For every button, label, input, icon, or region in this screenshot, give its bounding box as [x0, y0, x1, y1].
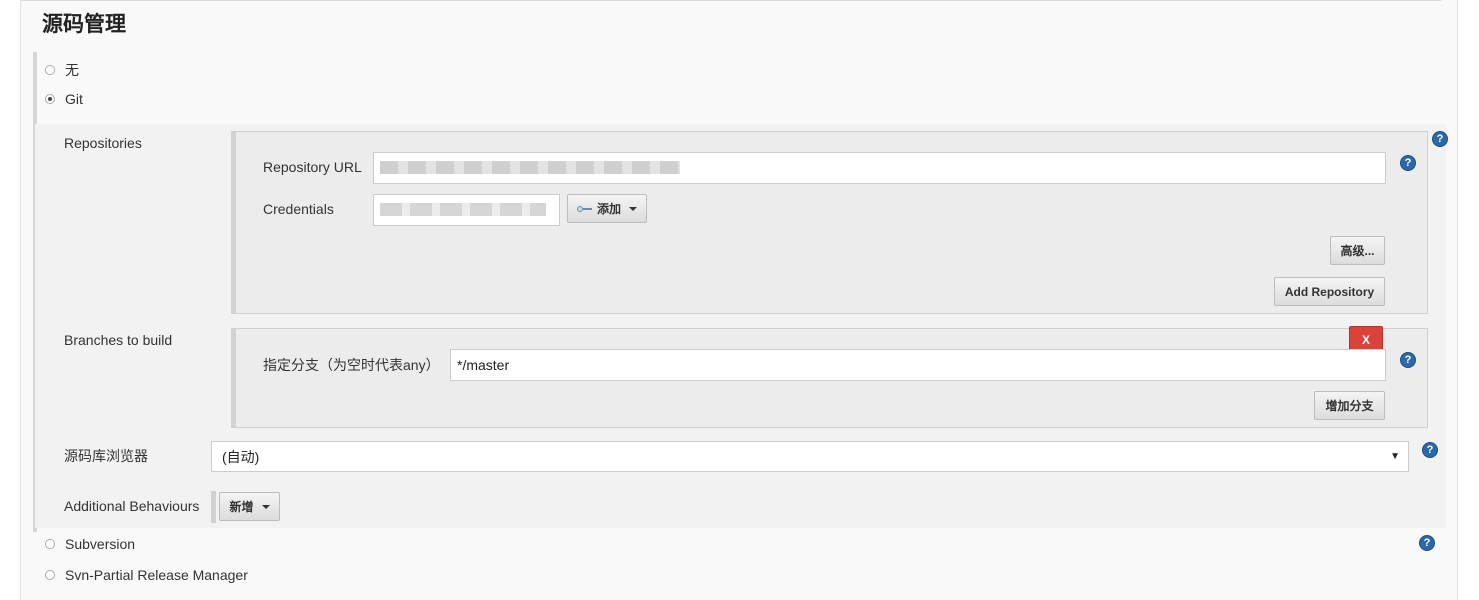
scm-option-none[interactable]: 无: [45, 60, 79, 80]
radio-subversion[interactable]: [45, 539, 55, 549]
scm-option-svn-partial-label: Svn-Partial Release Manager: [65, 567, 248, 583]
additional-behaviours-label: Additional Behaviours: [64, 498, 200, 514]
help-icon[interactable]: ?: [1400, 352, 1416, 368]
radio-none[interactable]: [45, 65, 55, 75]
chevron-down-icon: ▼: [1390, 451, 1400, 462]
add-repository-button[interactable]: Add Repository: [1274, 277, 1385, 306]
advanced-button[interactable]: 高级...: [1330, 236, 1385, 265]
scm-option-subversion-label: Subversion: [65, 536, 136, 552]
credentials-select[interactable]: [373, 194, 560, 226]
repository-url-label: Repository URL: [263, 159, 362, 175]
add-credentials-button[interactable]: 添加: [567, 194, 647, 223]
key-icon: [576, 205, 593, 213]
help-icon[interactable]: ?: [1400, 155, 1416, 171]
top-divider: [21, 0, 1441, 4]
add-branch-button[interactable]: 增加分支: [1314, 391, 1385, 420]
help-icon[interactable]: ?: [1419, 535, 1435, 551]
chevron-down-icon: [261, 504, 270, 509]
redacted-url: [380, 161, 680, 174]
add-behaviour-label: 新增: [229, 500, 254, 514]
scm-option-git-label: Git: [65, 91, 83, 107]
behaviours-bar: [211, 491, 216, 523]
repositories-panel: Repository URL Credentials 添加 ? 高级... Ad…: [231, 131, 1428, 314]
redacted-credentials: [380, 203, 546, 216]
add-behaviour-button[interactable]: 新增: [219, 492, 280, 521]
repositories-label: Repositories: [64, 135, 142, 151]
repository-url-input[interactable]: [373, 152, 1386, 184]
scm-option-svn-partial[interactable]: Svn-Partial Release Manager: [45, 567, 248, 583]
repo-browser-select[interactable]: (自动) ▼: [211, 441, 1409, 472]
radio-git[interactable]: [45, 94, 55, 104]
credentials-label: Credentials: [263, 201, 334, 217]
repo-browser-label: 源码库浏览器: [64, 448, 148, 464]
scm-option-subversion[interactable]: Subversion: [45, 536, 135, 552]
branches-label: Branches to build: [64, 332, 173, 348]
repo-browser-value: (自动): [222, 448, 260, 465]
chevron-down-icon: [629, 206, 637, 211]
scm-option-none-label: 无: [65, 62, 79, 78]
git-config-panel: Repositories Repository URL Credentials …: [35, 124, 1448, 528]
radio-svn-partial[interactable]: [45, 570, 55, 580]
add-credentials-label: 添加: [596, 202, 621, 216]
section-title: 源码管理: [42, 13, 126, 36]
help-icon[interactable]: ?: [1422, 442, 1438, 458]
branches-panel: X 指定分支（为空时代表any） */master ? 增加分支: [231, 326, 1428, 428]
scm-option-git[interactable]: Git: [45, 91, 83, 107]
branch-spec-label: 指定分支（为空时代表any）: [263, 357, 440, 373]
scm-config-page: 源码管理 无 Git Repositories Repository URL C…: [20, 0, 1458, 600]
branch-spec-input[interactable]: */master: [450, 349, 1386, 381]
help-icon[interactable]: ?: [1432, 131, 1448, 147]
